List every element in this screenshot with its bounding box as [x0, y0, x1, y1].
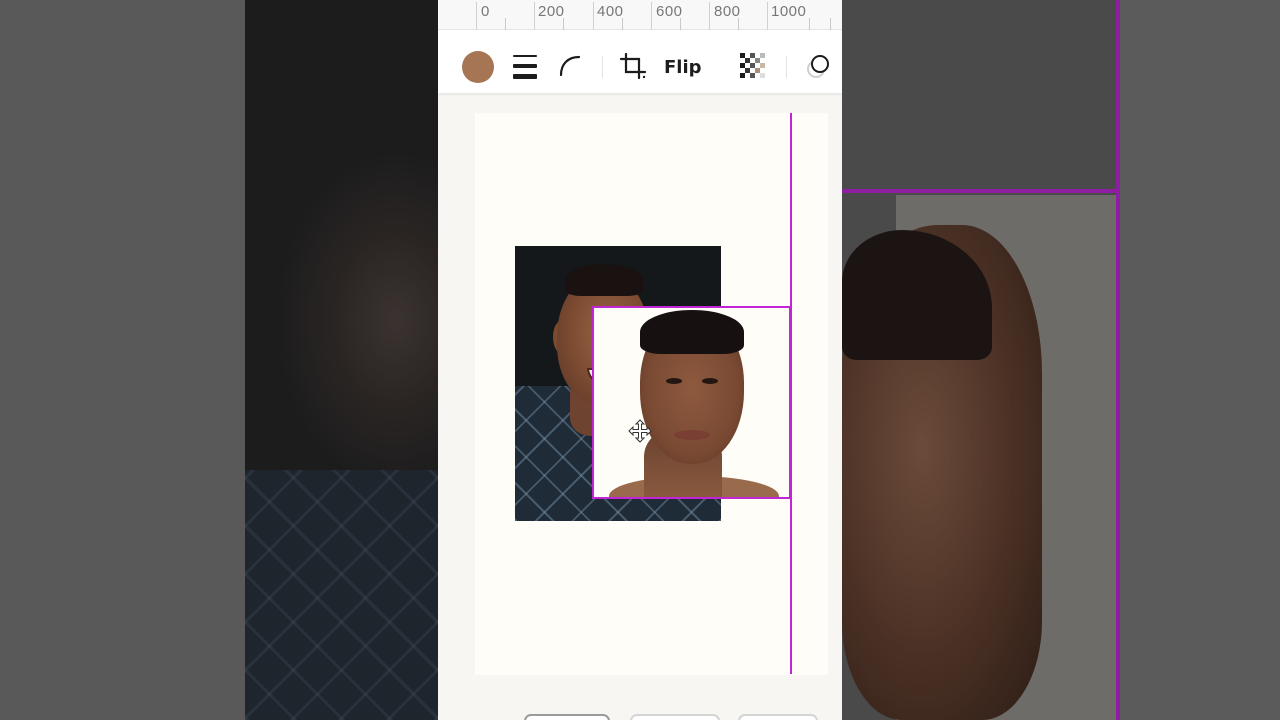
color-swatch-button[interactable] — [462, 51, 494, 83]
selected-photo-lips — [674, 430, 710, 440]
ruler-tick — [709, 2, 710, 30]
border-line-medium — [513, 63, 537, 68]
ruler-tick — [476, 2, 477, 30]
transparency-checker-icon[interactable] — [740, 53, 766, 79]
shadow-effect-icon[interactable] — [803, 52, 833, 82]
bottom-tab-bar — [438, 706, 842, 720]
background-right-blur — [842, 0, 1280, 720]
ruler-label-600: 600 — [656, 3, 683, 20]
ruler-tick — [534, 2, 535, 30]
background-guide-vertical — [1116, 0, 1120, 720]
ruler-tick — [680, 18, 681, 30]
background-photo-area — [842, 0, 1118, 720]
toolbar-separator — [786, 56, 787, 78]
ruler-label-0: 0 — [481, 3, 490, 20]
ruler-tick — [622, 18, 623, 30]
bottom-tab-active[interactable] — [524, 714, 610, 720]
crop-icon[interactable] — [619, 52, 647, 80]
ruler-label-1000: 1000 — [771, 3, 807, 20]
photo-hair — [565, 264, 643, 296]
image-toolbar: Flip — [438, 30, 842, 93]
ruler-tick — [563, 18, 564, 30]
selected-image-element[interactable] — [592, 306, 791, 499]
ruler-label-400: 400 — [597, 3, 624, 20]
background-left-blur — [0, 0, 438, 720]
ruler-label-200: 200 — [538, 3, 565, 20]
move-arrows-icon — [628, 419, 652, 443]
editor-screen: 0 200 400 600 800 1000 Flip — [438, 0, 842, 720]
toolbar-separator — [602, 56, 603, 78]
selected-photo-hair — [640, 310, 744, 354]
top-ruler: 0 200 400 600 800 1000 — [438, 0, 842, 30]
selected-photo-eye-right — [702, 378, 718, 384]
ruler-tick — [767, 2, 768, 30]
border-weight-icon[interactable] — [512, 55, 538, 79]
ruler-tick — [738, 18, 739, 30]
border-line-thin — [513, 55, 537, 57]
selected-photo-eye-left — [666, 378, 682, 384]
ruler-tick — [651, 2, 652, 30]
ruler-tick — [505, 18, 506, 30]
background-sweater — [245, 470, 438, 720]
ruler-label-800: 800 — [714, 3, 741, 20]
ruler-tick — [809, 18, 810, 30]
flip-button[interactable]: Flip — [664, 54, 702, 80]
border-line-thick — [513, 74, 537, 79]
bottom-tab[interactable] — [738, 714, 818, 720]
ruler-tick — [593, 2, 594, 30]
bottom-tab[interactable] — [630, 714, 720, 720]
background-guide-horizontal — [842, 189, 1120, 193]
corner-curve-icon[interactable] — [558, 54, 582, 78]
ruler-tick — [830, 18, 831, 30]
